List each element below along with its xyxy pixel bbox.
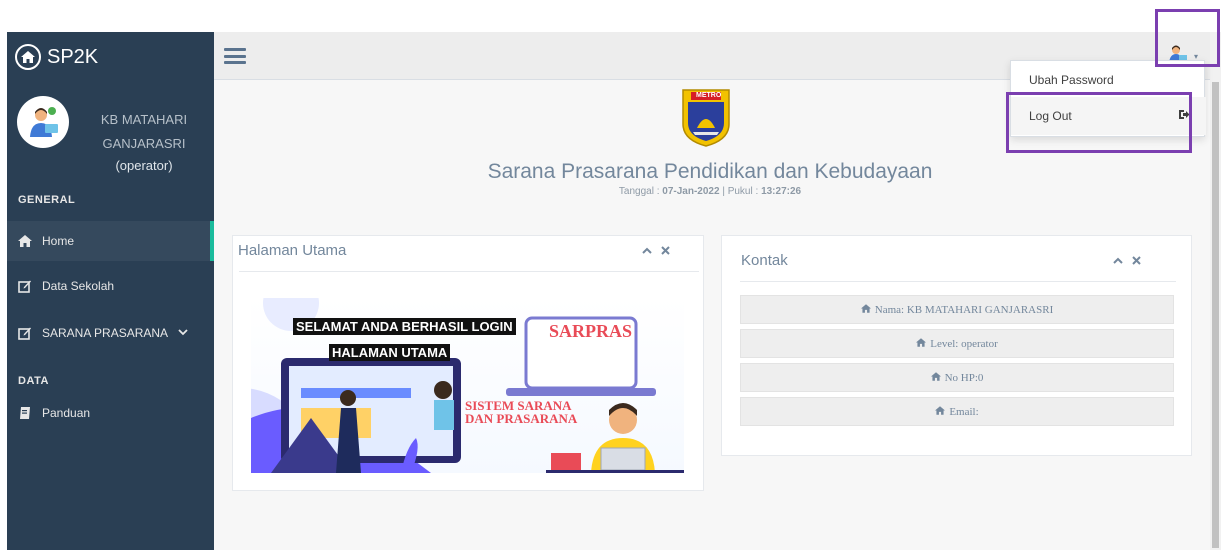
profile-name-line2: GANJARASRI [102,136,186,151]
time-label: | Pukul : [719,186,762,197]
profile-role: (operator) [115,158,173,173]
scrollbar-thumb[interactable] [1212,82,1219,548]
collapse-icon[interactable] [1113,256,1132,268]
home-icon [935,405,946,418]
section-title-general: GENERAL [18,194,76,206]
profile-name-line1: KB MATAHARI [100,112,188,127]
avatar [17,96,69,148]
time-value: 13:27:26 [761,186,802,197]
panel-title: Kontak [741,252,788,269]
banner-line2: HALAMAN UTAMA [329,344,451,361]
brand-name: SP2K [47,45,99,68]
sidebar-item-data-sekolah[interactable]: Data Sekolah [7,266,214,306]
panel-title: Halaman Utama [238,242,347,259]
page-title: Sarana Prasarana Pendidikan dan Kebudaya… [487,160,933,183]
highlight-log-out [1006,92,1192,153]
profile-name: KB MATAHARI GANJARASRI [89,108,199,156]
home-icon [860,303,871,316]
edit-icon [17,278,33,294]
home-logo-icon [15,44,41,70]
sidebar-item-label: Panduan [42,406,91,420]
close-icon[interactable] [1132,256,1141,268]
contact-text: Level: operator [930,337,998,350]
chevron-down-icon [178,327,188,339]
menu-item-label: Ubah Password [1029,73,1114,87]
banner-system-line2: DAN PRASARANA [465,411,578,426]
metro-emblem: METRO [679,88,733,148]
contact-text: Email: [949,405,979,418]
emblem-text: METRO [696,92,722,99]
profile: KB MATAHARI GANJARASRI (operator) [7,82,214,188]
sidebar: SP2K KB MATAHARI GANJARASRI (operator) G… [7,32,214,550]
home-icon [916,337,927,350]
contact-row-level: Level: operator [740,329,1174,358]
close-icon[interactable] [661,246,670,258]
sidebar-item-home[interactable]: Home [7,221,214,261]
panel-divider [740,281,1176,282]
book-icon [17,405,33,421]
panel-controls [642,246,670,258]
home-icon [930,371,941,384]
collapse-icon[interactable] [642,246,661,258]
panel-controls [1113,256,1141,268]
app-window: SP2K KB MATAHARI GANJARASRI (operator) G… [0,0,1221,550]
sidebar-item-label: SARANA PRASARANA [42,326,169,340]
date-time: Tanggal : 07-Jan-2022 | Pukul : 13:27:26 [400,186,1020,197]
menu-toggle-icon[interactable] [224,48,246,64]
banner-line1: SELAMAT ANDA BERHASIL LOGIN [293,318,516,335]
contact-text: Nama: KB MATAHARI GANJARASRI [874,303,1054,316]
date-value: 07-Jan-2022 [662,186,720,197]
sidebar-item-label: Home [42,234,75,248]
sidebar-item-sarana-prasarana[interactable]: SARANA PRASARANA [7,313,214,353]
highlight-user-menu [1155,9,1220,67]
panel-divider [239,271,699,272]
date-label: Tanggal : [618,186,663,197]
contact-row-phone: No HP:0 [740,363,1174,392]
sidebar-item-label: Data Sekolah [42,279,115,293]
home-icon [17,233,33,249]
contact-row-nama: Nama: KB MATAHARI GANJARASRI [740,295,1174,324]
welcome-banner: SELAMAT ANDA BERHASIL LOGIN HALAMAN UTAM… [251,298,684,473]
contact-text: No HP:0 [944,371,984,384]
banner-sarpras: SARPRAS [549,321,633,341]
brand[interactable]: SP2K [7,32,214,82]
edit-icon [17,325,33,341]
sidebar-item-panduan[interactable]: Panduan [7,393,214,433]
contact-row-email: Email: [740,397,1174,426]
